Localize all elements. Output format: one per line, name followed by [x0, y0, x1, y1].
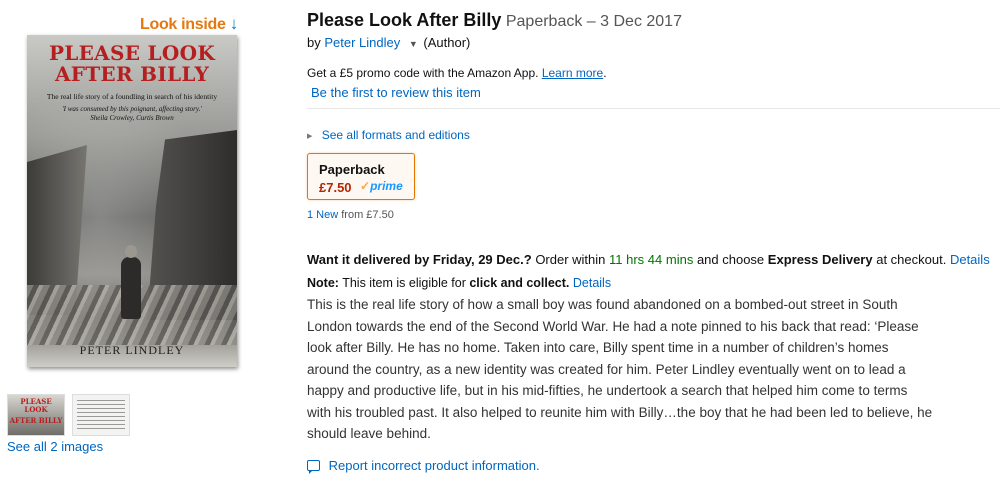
cover-boy-figure	[121, 245, 141, 319]
swatch-format-name: Paperback	[319, 162, 385, 177]
thumbnail-front-cover[interactable]: PLEASE LOOK AFTER BILLY	[7, 394, 65, 436]
delivery-details-link[interactable]: Details	[950, 252, 990, 267]
swatch-price: £7.50	[319, 180, 352, 195]
thumbnail-title-line2: AFTER BILLY	[9, 416, 63, 425]
product-title-line: Please Look After Billy Paperback – 3 De…	[307, 10, 682, 31]
description-line: look after Billy. He has no home. Taken …	[307, 340, 889, 355]
section-divider	[307, 108, 1000, 109]
note-details-link[interactable]: Details	[573, 276, 611, 290]
format-swatch-paperback[interactable]: Paperback £7.50 ✓prime	[307, 153, 415, 200]
see-all-formats-link[interactable]: See all formats and editions	[322, 128, 470, 142]
description-line: should leave behind.	[307, 426, 431, 441]
description-line: London towards the end of the Second Wor…	[307, 318, 919, 334]
byline: by Peter Lindley ▼ (Author)	[307, 35, 470, 50]
cover-title-line2: AFTER BILLY	[54, 62, 210, 86]
product-description: This is the real life story of how a sma…	[307, 294, 947, 445]
promo-text: Get a £5 promo code with the Amazon App.	[307, 66, 539, 80]
report-incorrect-info-link[interactable]: Report incorrect product information.	[329, 458, 540, 473]
thumbnail-text-lines	[77, 400, 125, 430]
new-offers-price: from £7.50	[341, 209, 394, 221]
promo-message: Get a £5 promo code with the Amazon App.…	[307, 66, 607, 80]
thumbnail-title-line1: PLEASE LOOK	[20, 397, 52, 414]
description-line: with his troubled past. It also helped t…	[307, 404, 933, 420]
cover-author: PETER LINDLEY	[79, 343, 185, 357]
prime-check-icon: ✓	[360, 179, 371, 193]
cover-title: PLEASE LOOK AFTER BILLY	[27, 43, 237, 85]
delivery-countdown: 11 hrs 44 mins	[609, 252, 694, 267]
product-format-date: Paperback – 3 Dec 2017	[505, 13, 682, 30]
delivery-express: Express Delivery	[767, 252, 873, 267]
author-link[interactable]: Peter Lindley	[324, 35, 400, 50]
triangle-right-icon: ▶	[307, 133, 313, 140]
report-info[interactable]: Report incorrect product information.	[307, 458, 540, 474]
learn-more-link[interactable]: Learn more	[542, 66, 603, 80]
delivery-at-checkout: at checkout.	[876, 252, 947, 267]
description-line: around the country, as a new identity wa…	[307, 361, 906, 377]
see-all-images-link[interactable]: See all 2 images	[7, 439, 103, 454]
new-offers-link[interactable]: 1 New	[307, 209, 338, 221]
write-review-link[interactable]: Be the first to review this item	[311, 85, 481, 100]
book-cover-image[interactable]: PLEASE LOOK AFTER BILLY The real life st…	[27, 35, 237, 367]
prime-badge: ✓prime	[360, 179, 403, 193]
cover-title-line1: PLEASE LOOK	[48, 41, 216, 65]
prime-label: prime	[370, 179, 403, 193]
promo-period: .	[603, 66, 607, 80]
arrow-down-icon: ↓	[229, 14, 239, 33]
formats-toggle[interactable]: ▶ See all formats and editions	[307, 128, 470, 142]
cover-quote-text: 'I was consumed by this poignant, affect…	[62, 105, 202, 113]
delivery-choose: and choose	[696, 252, 765, 267]
description-line: happy and productive life, but in his mi…	[307, 383, 908, 398]
look-inside-label: Look inside	[140, 16, 226, 33]
cover-subtitle: The real life story of a foundling in se…	[46, 92, 218, 101]
delivery-order-within: Order within	[535, 252, 606, 267]
delivery-date: Want it delivered by Friday, 29 Dec.?	[307, 252, 532, 267]
byline-prefix: by	[307, 35, 321, 50]
cover-quote-attribution: Sheila Crowley, Curtis Brown	[90, 113, 174, 122]
note-click-collect: click and collect.	[469, 276, 570, 290]
note-label: Note:	[307, 276, 339, 290]
speech-bubble-icon	[307, 460, 320, 474]
new-offers: 1 New from £7.50	[307, 209, 394, 221]
delivery-message: Want it delivered by Friday, 29 Dec.? Or…	[307, 252, 990, 267]
cover-quote: 'I was consumed by this poignant, affect…	[45, 105, 219, 122]
thumbnail-back-cover[interactable]	[72, 394, 130, 436]
description-line: This is the real life story of how a sma…	[307, 297, 898, 312]
author-role: (Author)	[423, 35, 471, 50]
caret-down-icon[interactable]: ▼	[409, 39, 418, 49]
click-collect-note: Note: This item is eligible for click an…	[307, 276, 611, 290]
product-title: Please Look After Billy	[307, 10, 502, 30]
look-inside-link[interactable]: Look inside ↓	[140, 14, 238, 34]
note-text: This item is eligible for	[342, 276, 466, 290]
